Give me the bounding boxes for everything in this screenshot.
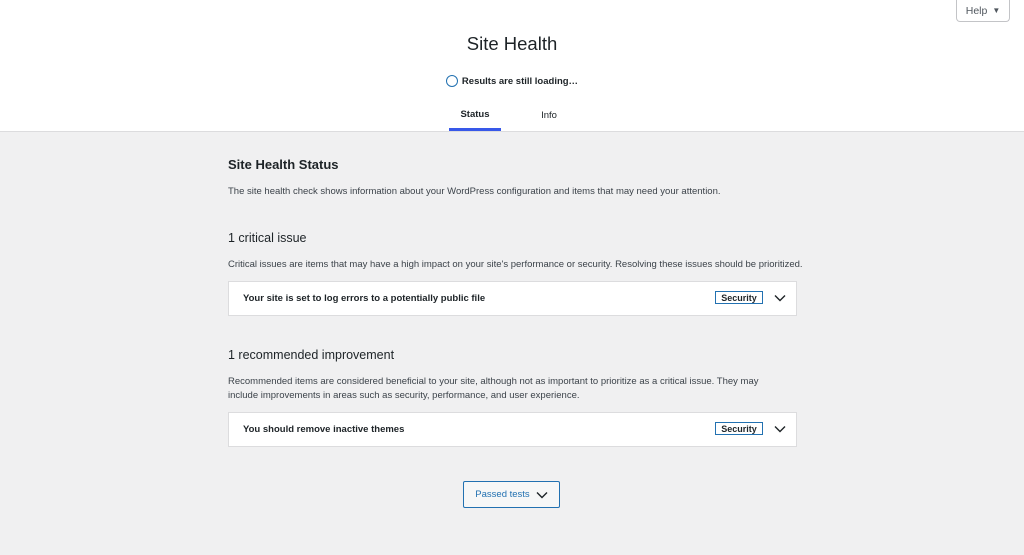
recommended-heading: 1 recommended improvement xyxy=(228,348,395,362)
issue-card-recommended[interactable]: You should remove inactive themes Securi… xyxy=(228,412,797,447)
caret-down-icon: ▼ xyxy=(992,6,1001,15)
critical-description: Critical issues are items that may have … xyxy=(228,259,803,270)
loading-text: Results are still loading… xyxy=(461,75,579,87)
critical-heading: 1 critical issue xyxy=(228,231,307,245)
tab-info[interactable]: Info xyxy=(523,100,575,131)
passed-tests-label: Passed tests xyxy=(475,489,530,500)
section-description: The site health check shows information … xyxy=(228,186,721,197)
tab-nav: Status Info xyxy=(0,100,1024,131)
security-badge: Security xyxy=(715,422,763,435)
chevron-down-icon[interactable] xyxy=(774,423,786,435)
help-label: Help xyxy=(965,4,988,17)
page-title: Site Health xyxy=(466,33,558,54)
section-title: Site Health Status xyxy=(228,157,339,172)
recommended-description: Recommended items are considered benefic… xyxy=(228,376,759,401)
loading-status: Results are still loading… xyxy=(0,75,1024,87)
progress-circle-icon xyxy=(445,75,458,87)
chevron-down-icon xyxy=(536,491,548,498)
help-button[interactable]: Help ▼ xyxy=(956,0,1010,22)
passed-tests-button[interactable]: Passed tests xyxy=(463,481,560,508)
site-health-header: Help ▼ Site Health Results are still loa… xyxy=(0,0,1024,132)
issue-title: Your site is set to log errors to a pote… xyxy=(243,293,486,304)
security-badge: Security xyxy=(715,291,763,304)
issue-card-critical[interactable]: Your site is set to log errors to a pote… xyxy=(228,281,797,316)
tab-status[interactable]: Status xyxy=(449,100,501,131)
issue-title: You should remove inactive themes xyxy=(243,424,405,435)
chevron-down-icon[interactable] xyxy=(774,292,786,304)
